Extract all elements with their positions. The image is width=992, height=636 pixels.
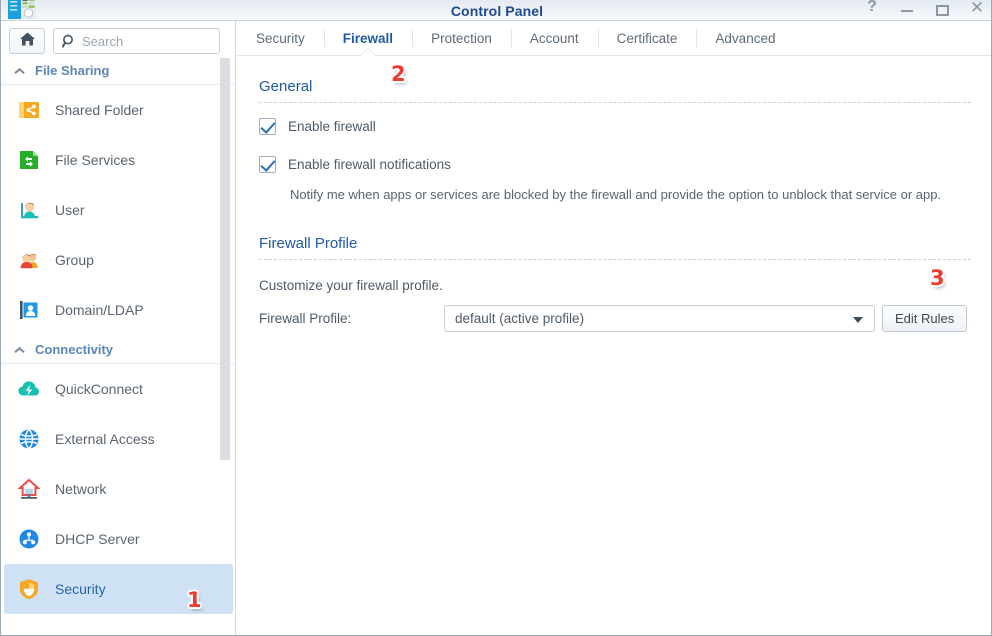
sidebar-item-label: Domain/LDAP [55, 302, 144, 318]
section-divider [259, 102, 971, 103]
sidebar-group-file-sharing[interactable]: File Sharing [1, 56, 236, 85]
group-icon [16, 247, 42, 273]
shared-folder-icon [16, 97, 42, 123]
sidebar-scrollbar[interactable] [220, 58, 230, 460]
help-button[interactable]: ? [864, 0, 880, 21]
external-access-icon [16, 426, 42, 452]
sidebar-toolbar [1, 21, 235, 56]
sidebar-item-label: File Services [55, 152, 136, 168]
chevron-down-icon [853, 317, 863, 323]
general-section-title: General [259, 78, 313, 95]
tab-bar: Security Firewall Protection Account Cer… [237, 21, 991, 56]
tab-certificate[interactable]: Certificate [597, 21, 697, 55]
sidebar-item-security[interactable]: Security [4, 564, 233, 614]
sidebar-item-external-access[interactable]: External Access [4, 414, 233, 464]
content-area: Security Firewall Protection Account Cer… [237, 21, 991, 635]
sidebar-item-label: QuickConnect [55, 381, 143, 397]
sidebar-item-label: Network [55, 481, 107, 497]
sidebar-item-group[interactable]: Group [4, 235, 233, 285]
network-icon [16, 476, 42, 502]
sidebar-group-label: File Sharing [35, 62, 110, 78]
firewall-profile-select[interactable]: default (active profile) [444, 305, 875, 332]
sidebar-item-label: DHCP Server [55, 531, 140, 547]
sidebar-item-user[interactable]: User [4, 185, 233, 235]
sidebar-item-label: Shared Folder [55, 102, 144, 118]
chevron-up-icon [14, 346, 25, 353]
security-shield-icon [16, 576, 42, 602]
sidebar-item-file-services[interactable]: File Services [4, 135, 233, 185]
firewall-profile-description: Customize your firewall profile. [259, 278, 443, 293]
sidebar-item-network[interactable]: Network [4, 464, 233, 514]
sidebar-item-quickconnect[interactable]: QuickConnect [4, 364, 233, 414]
search-box[interactable] [53, 28, 220, 54]
enable-firewall-checkbox[interactable] [259, 117, 276, 135]
edit-rules-button[interactable]: Edit Rules [882, 305, 968, 332]
chevron-up-icon [14, 67, 25, 74]
window-controls: ? ✕ [864, 0, 985, 21]
close-button[interactable]: ✕ [969, 0, 985, 21]
domain-ldap-icon [16, 297, 42, 323]
file-services-icon [16, 147, 42, 173]
tab-firewall[interactable]: Firewall [323, 21, 412, 55]
quickconnect-icon [16, 376, 42, 402]
enable-notifications-row[interactable]: Enable firewall notifications [259, 149, 971, 179]
sidebar-scroll-area: File Sharing Shared Folder File Services… [1, 56, 236, 635]
search-icon [62, 34, 76, 48]
sidebar-item-label: Security [55, 581, 106, 597]
dhcp-server-icon [16, 526, 42, 552]
maximize-button[interactable] [934, 1, 950, 21]
home-button[interactable] [9, 28, 45, 54]
sidebar: File Sharing Shared Folder [1, 21, 236, 635]
window-titlebar: Control Panel ? ✕ [1, 0, 991, 21]
enable-firewall-row[interactable]: Enable firewall [259, 111, 971, 141]
firewall-panel: General Enable firewall Enable firewall … [237, 56, 991, 332]
sidebar-item-label: User [55, 202, 85, 218]
firewall-profile-label: Firewall Profile: [259, 311, 352, 326]
user-icon [16, 197, 42, 223]
search-input[interactable] [82, 33, 200, 49]
home-icon [19, 31, 36, 52]
minimize-button[interactable] [899, 1, 915, 21]
sidebar-item-label: Group [55, 252, 94, 268]
enable-firewall-label: Enable firewall [288, 118, 376, 134]
sidebar-item-dhcp-server[interactable]: DHCP Server [4, 514, 233, 564]
tab-protection[interactable]: Protection [412, 21, 511, 55]
firewall-profile-value: default (active profile) [455, 311, 585, 326]
tab-advanced[interactable]: Advanced [696, 21, 794, 55]
control-panel-window: Control Panel ? ✕ Search File Sharing Sh… [0, 0, 992, 636]
tab-account[interactable]: Account [510, 21, 598, 55]
sidebar-item-domain-ldap[interactable]: Domain/LDAP [4, 285, 233, 335]
sidebar-group-label: Connectivity [35, 341, 114, 357]
sidebar-item-label: External Access [55, 431, 155, 447]
window-title: Control Panel [450, 3, 544, 19]
sidebar-group-connectivity[interactable]: Connectivity [1, 335, 236, 364]
enable-notifications-label: Enable firewall notifications [288, 156, 451, 172]
firewall-profile-row: Firewall Profile: default (active profil… [259, 305, 971, 332]
notifications-description: Notify me when apps or services are bloc… [290, 187, 942, 202]
firewall-profile-section-title: Firewall Profile [259, 235, 358, 252]
sidebar-item-shared-folder[interactable]: Shared Folder [4, 85, 233, 135]
tab-security[interactable]: Security [237, 21, 324, 55]
enable-notifications-checkbox[interactable] [259, 155, 276, 173]
